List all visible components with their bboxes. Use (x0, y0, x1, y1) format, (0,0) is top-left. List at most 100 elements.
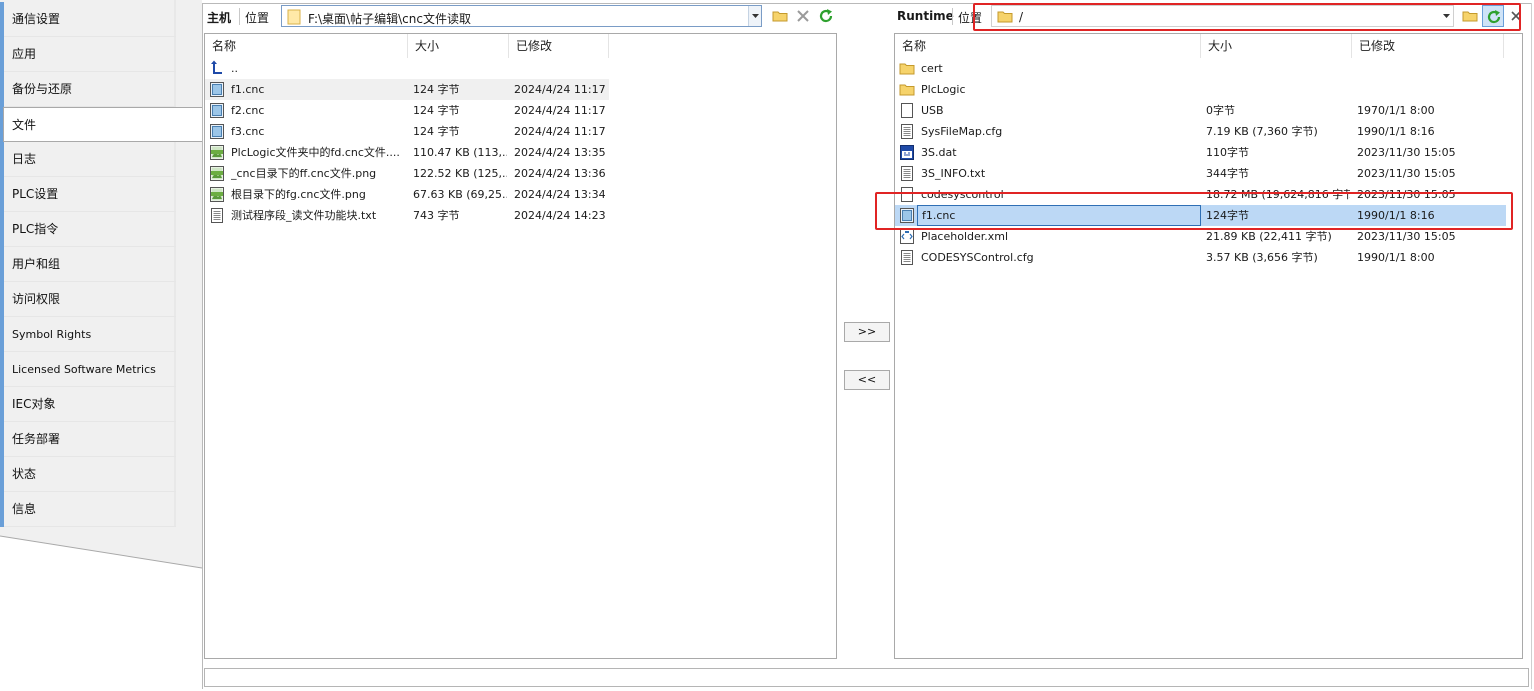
file-size: 124 字节 (413, 125, 460, 138)
runtime-path-combobox[interactable]: / (991, 5, 1454, 27)
file-size: 18.72 MB (19,624,816 字节) (1206, 188, 1350, 201)
sidebar-item-10[interactable]: Symbol Rights (4, 317, 176, 352)
png-file-icon (209, 144, 225, 161)
host-file-row[interactable]: 测试程序段_读文件功能块.txt 743 字节 2024/4/24 14:23 (205, 205, 609, 226)
host-file-row[interactable]: f1.cnc 124 字节 2024/4/24 11:17 (205, 79, 609, 100)
host-column-size[interactable]: 大小 (408, 34, 509, 58)
cnc-file-icon (209, 123, 225, 140)
folder-icon (997, 9, 1013, 26)
file-size: 124字节 (1206, 209, 1249, 222)
runtime-file-row[interactable]: 3S.dat 110字节 2023/11/30 15:05 (895, 142, 1506, 163)
folder-icon (899, 81, 915, 98)
sidebar-item-6[interactable]: PLC设置 (4, 177, 176, 212)
file-modified: 2023/11/30 15:05 (1357, 188, 1456, 201)
copy-to-runtime-button[interactable]: >> (844, 322, 890, 342)
file-name: f2.cnc (231, 104, 265, 117)
file-modified: 2023/11/30 15:05 (1357, 167, 1456, 180)
folder-icon (287, 9, 301, 28)
sidebar-item-1[interactable]: 通信设置 (4, 2, 176, 37)
file-name: .. (231, 62, 238, 75)
host-new-folder-button[interactable] (769, 5, 791, 27)
sidebar-item-11[interactable]: Licensed Software Metrics (4, 352, 176, 387)
runtime-file-row[interactable]: CODESYSControl.cfg 3.57 KB (3,656 字节) 1990… (895, 247, 1506, 268)
host-file-row[interactable]: PlcLogic文件夹中的fd.cnc文件.... 110.47 KB (113,… (205, 142, 609, 163)
host-file-row[interactable]: f2.cnc 124 字节 2024/4/24 11:17 (205, 100, 609, 121)
sidebar-item-4[interactable]: 文件 (3, 107, 202, 142)
runtime-file-row[interactable]: SysFileMap.cfg 7.19 KB (7,360 字节) 1990/1/1… (895, 121, 1506, 142)
runtime-new-folder-button[interactable] (1459, 5, 1481, 27)
runtime-column-modified[interactable]: 已修改 (1352, 34, 1504, 58)
refresh-icon (1487, 10, 1501, 24)
file-size: 124 字节 (413, 83, 460, 96)
runtime-file-row[interactable]: cert (895, 58, 1506, 79)
file-name: cert (921, 62, 943, 75)
file-name: PlcLogic (921, 83, 966, 96)
file-modified: 2023/11/30 15:05 (1357, 230, 1456, 243)
host-column-name[interactable]: 名称 (205, 34, 408, 58)
runtime-delete-button[interactable] (1505, 5, 1525, 27)
host-file-list[interactable]: 名称 大小 已修改 .. f1.cnc 124 字节 2024/4/24 11:17 f… (204, 33, 837, 659)
frame-right-border (1531, 3, 1532, 689)
file-modified: 2024/4/24 13:36 (514, 167, 606, 180)
file-size: 344字节 (1206, 167, 1249, 180)
file-modified: 2024/4/24 13:35 (514, 146, 606, 159)
host-file-row[interactable]: f3.cnc 124 字节 2024/4/24 11:17 (205, 121, 609, 142)
sidebar-item-12[interactable]: IEC对象 (4, 387, 176, 422)
sidebar-item-7[interactable]: PLC指令 (4, 212, 176, 247)
chevron-down-icon[interactable] (748, 6, 761, 26)
runtime-column-name[interactable]: 名称 (895, 34, 1201, 58)
host-delete-button[interactable] (792, 5, 814, 27)
runtime-file-row[interactable]: 3S_INFO.txt 344字节 2023/11/30 15:05 (895, 163, 1506, 184)
file-name: f1.cnc (917, 205, 1201, 226)
runtime-title: Runtime (897, 9, 954, 23)
host-file-row[interactable]: 根目录下的fg.cnc文件.png 67.63 KB (69,25... 2024/… (205, 184, 609, 205)
file-size: 7.19 KB (7,360 字节) (1206, 125, 1318, 138)
file-name: 3S_INFO.txt (921, 167, 986, 180)
cnc-file-icon (899, 207, 915, 224)
file-name: USB (921, 104, 944, 117)
file-name: Placeholder.xml (921, 230, 1009, 243)
runtime-column-size[interactable]: 大小 (1201, 34, 1352, 58)
runtime-file-row[interactable]: USB 0字节 1970/1/1 8:00 (895, 100, 1506, 121)
runtime-refresh-button[interactable] (1482, 5, 1504, 27)
sidebar-item-2[interactable]: 应用 (4, 37, 176, 72)
sidebar-item-13[interactable]: 任务部署 (4, 422, 176, 457)
file-modified: 2024/4/24 14:23 (514, 209, 606, 222)
file-name: f3.cnc (231, 125, 265, 138)
host-file-row[interactable]: .. (205, 58, 609, 79)
file-size: 122.52 KB (125,... (413, 167, 507, 180)
sidebar-item-9[interactable]: 访问权限 (4, 282, 176, 317)
refresh-icon (819, 9, 833, 23)
host-column-modified[interactable]: 已修改 (509, 34, 609, 58)
text-file-icon (209, 207, 225, 224)
file-size: 0字节 (1206, 104, 1235, 117)
runtime-path-text: / (1019, 10, 1024, 24)
cnc-file-icon (209, 81, 225, 98)
runtime-file-row[interactable]: Placeholder.xml 21.89 KB (22,411 字节) 2023/… (895, 226, 1506, 247)
sidebar-item-5[interactable]: 日志 (4, 142, 176, 177)
folder-icon (899, 60, 915, 77)
sidebar-item-8[interactable]: 用户和组 (4, 247, 176, 282)
sidebar: 通信设置 应用 备份与还原 文件 日志 PLC设置 PLC指令 用户和组 访问权限 Symbol … (0, 0, 202, 691)
file-modified: 1970/1/1 8:00 (1357, 104, 1435, 117)
sidebar-item-15[interactable]: 信息 (4, 492, 176, 527)
host-path-combobox[interactable]: F:\桌面\帖子编辑\cnc文件读取 (281, 5, 762, 27)
new-folder-icon (772, 11, 788, 22)
runtime-file-row[interactable]: f1.cnc 124字节 1990/1/1 8:16 (895, 205, 1506, 226)
chevron-down-icon[interactable] (1440, 6, 1453, 26)
host-refresh-button[interactable] (815, 5, 837, 27)
runtime-file-row[interactable]: codesyscontrol 18.72 MB (19,624,816 字节) 20… (895, 184, 1506, 205)
runtime-file-row[interactable]: PlcLogic (895, 79, 1506, 100)
blank-file-icon (899, 102, 915, 119)
file-size: 110.47 KB (113,... (413, 146, 507, 159)
copy-to-host-button[interactable]: << (844, 370, 890, 390)
sidebar-item-14[interactable]: 状态 (4, 457, 176, 492)
status-bar (204, 668, 1529, 687)
sidebar-item-3[interactable]: 备份与还原 (4, 72, 176, 107)
host-file-row[interactable]: _cnc目录下的ff.cnc文件.png 122.52 KB (125,... 20… (205, 163, 609, 184)
file-name: f1.cnc (231, 83, 265, 96)
png-file-icon (209, 186, 225, 203)
file-size: 124 字节 (413, 104, 460, 117)
file-name: CODESYSControl.cfg (921, 251, 1034, 264)
runtime-file-list[interactable]: 名称 大小 已修改 cert PlcLogic USB 0字节 1970/1/1 8:0… (894, 33, 1523, 659)
